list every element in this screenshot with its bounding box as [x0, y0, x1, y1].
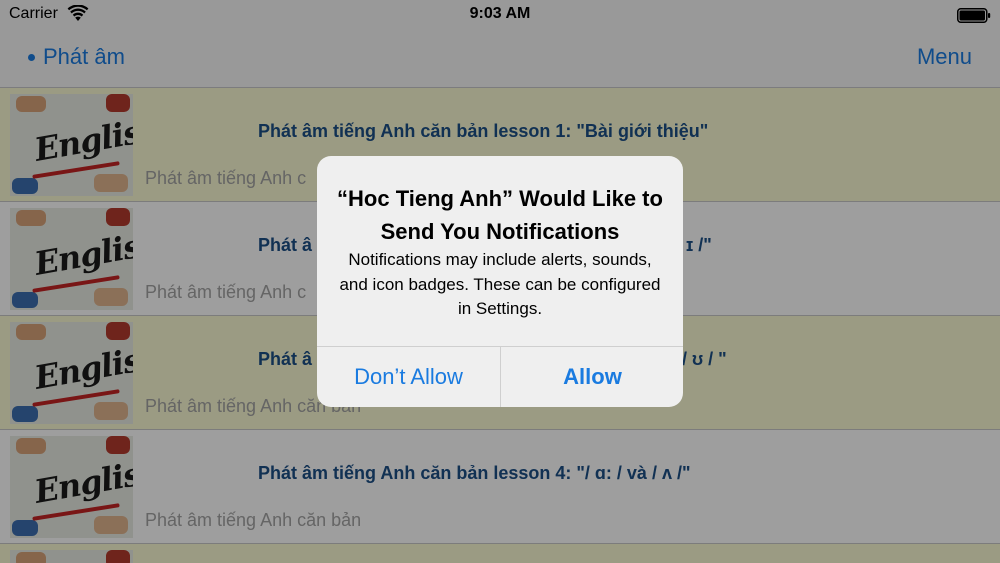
dont-allow-button[interactable]: Don’t Allow: [317, 347, 500, 407]
alert-message: Notifications may include alerts, sounds…: [339, 250, 661, 318]
allow-button[interactable]: Allow: [501, 347, 683, 407]
notification-permission-alert: “Hoc Tieng Anh” Would Like to Send You N…: [317, 156, 683, 407]
alert-title: “Hoc Tieng Anh” Would Like to Send You N…: [337, 186, 663, 244]
